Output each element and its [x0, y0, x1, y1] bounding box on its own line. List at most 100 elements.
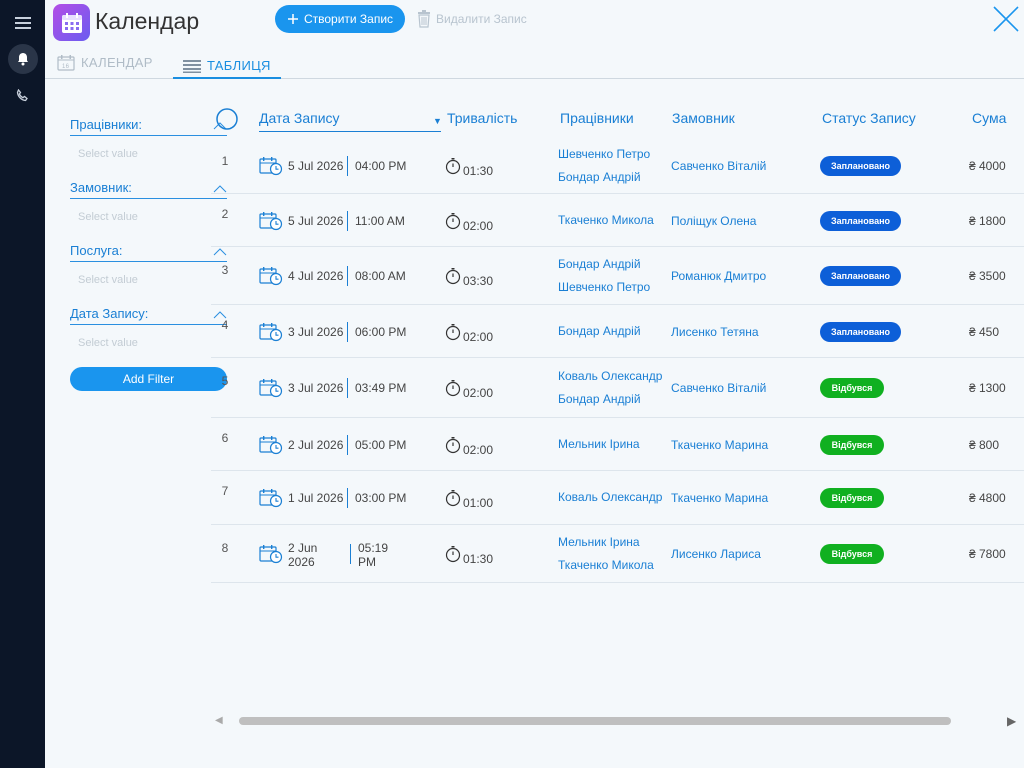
timer-icon [445, 212, 461, 235]
trash-icon [418, 10, 430, 28]
list-icon [183, 59, 201, 73]
worker-link[interactable]: Коваль Олександр [558, 486, 662, 509]
record-duration: 01:00 [463, 496, 494, 510]
filter-workers[interactable]: Працівники: Select value [70, 110, 227, 173]
create-record-button[interactable]: Створити Запис [275, 5, 405, 33]
timer-icon [445, 267, 461, 290]
table-row[interactable]: 5 3 Jul 2026 03:49 PM 02:00 Коваль Олександр… [211, 358, 1024, 418]
record-duration: 02:00 [463, 218, 494, 233]
record-duration: 01:30 [463, 164, 494, 178]
record-sum: ₴ 450 [969, 324, 1000, 339]
filter-placeholder[interactable]: Select value [78, 337, 138, 349]
delete-record-button[interactable]: Видалити Запис [417, 9, 527, 29]
add-filter-button[interactable]: Add Filter [70, 367, 227, 391]
record-duration: 03:30 [463, 274, 494, 288]
worker-link[interactable]: Мельник Ірина [558, 433, 640, 456]
column-header-client[interactable]: Замовник [672, 110, 735, 126]
notifications-button[interactable] [8, 44, 38, 74]
table-row[interactable]: 2 5 Jul 2026 11:00 AM 02:00 Ткаченко Микола П… [211, 194, 1024, 247]
timer-icon [445, 545, 461, 568]
filter-panel: Працівники: Select value Замовник: Selec… [70, 110, 227, 362]
filter-placeholder[interactable]: Select value [78, 274, 138, 286]
client-link[interactable]: Лисенко Лариса [671, 547, 761, 561]
worker-link[interactable]: Коваль Олександр [558, 365, 662, 388]
record-time: 06:00 PM [355, 324, 407, 339]
horizontal-scrollbar[interactable]: ◀ ▶ [215, 713, 1020, 729]
table-row[interactable]: 4 3 Jul 2026 06:00 PM 02:00 Бондар Андрій Лис… [211, 305, 1024, 358]
worker-link[interactable]: Ткаченко Микола [558, 554, 654, 577]
record-workers: Коваль Олександр [558, 486, 662, 509]
table-row[interactable]: 1 5 Jul 2026 04:00 PM 01:30 Шевченко Петро Бо… [211, 138, 1024, 194]
date-header-underline [259, 110, 441, 132]
column-header-status[interactable]: Статус Запису [822, 110, 916, 126]
date-time-separator [347, 321, 348, 342]
calendar-clock-icon [259, 156, 283, 181]
timer-icon [445, 323, 461, 346]
record-date: 2 Jun 2026 [288, 541, 318, 569]
worker-link[interactable]: Мельник Ірина [558, 531, 654, 554]
client-link[interactable]: Романюк Дмитро [671, 269, 766, 283]
close-icon[interactable] [991, 4, 1021, 34]
timer-icon [445, 379, 461, 402]
scroll-right-icon[interactable]: ▶ [1007, 714, 1016, 728]
row-number: 7 [221, 484, 229, 498]
scrollbar-thumb[interactable] [239, 717, 951, 725]
table-row[interactable]: 3 4 Jul 2026 08:00 AM 03:30 Бондар Андрій Шев… [211, 247, 1024, 305]
filter-placeholder[interactable]: Select value [78, 148, 138, 160]
search-icon[interactable] [215, 108, 239, 139]
tab-calendar[interactable]: 16 КАЛЕНДАР [57, 54, 153, 71]
record-date: 3 Jul 2026 [288, 381, 344, 395]
filter-label: Послуга: [70, 243, 123, 258]
phone-icon[interactable] [0, 86, 45, 104]
worker-link[interactable]: Шевченко Петро [558, 276, 650, 299]
date-time-separator [347, 156, 348, 176]
scroll-left-icon[interactable]: ◀ [215, 715, 223, 726]
row-number: 1 [221, 154, 229, 168]
client-link[interactable]: Ткаченко Марина [671, 491, 768, 505]
menu-icon[interactable] [0, 12, 45, 34]
table-row[interactable]: 8 2 Jun 2026 05:19 PM 01:30 Мельник Ірина Тка… [211, 525, 1024, 583]
filter-placeholder[interactable]: Select value [78, 211, 138, 223]
column-header-workers[interactable]: Працівники [560, 110, 634, 126]
table-row[interactable]: 7 1 Jul 2026 03:00 PM 01:00 Коваль Олександр… [211, 471, 1024, 525]
worker-link[interactable]: Бондар Андрій [558, 253, 650, 276]
record-time: 08:00 AM [355, 269, 406, 283]
worker-link[interactable]: Бондар Андрій [558, 320, 641, 343]
status-badge: Заплановано [820, 156, 901, 176]
column-header-duration[interactable]: Тривалість [447, 110, 517, 126]
client-link[interactable]: Поліщук Олена [671, 214, 756, 228]
record-sum: ₴ 800 [969, 437, 1000, 452]
sort-desc-icon[interactable]: ▼ [433, 116, 442, 126]
table-row[interactable]: 6 2 Jul 2026 05:00 PM 02:00 Мельник Ірина Тка… [211, 418, 1024, 471]
worker-link[interactable]: Шевченко Петро [558, 143, 650, 166]
record-duration: 02:00 [463, 442, 494, 457]
row-number: 8 [221, 541, 229, 555]
column-header-sum[interactable]: Сума [972, 110, 1006, 126]
record-workers: Мельник Ірина [558, 433, 640, 456]
record-duration: 01:30 [463, 552, 494, 566]
filter-client[interactable]: Замовник: Select value [70, 173, 227, 236]
bell-icon [18, 53, 28, 66]
tab-table[interactable]: ТАБЛИЦЯ [173, 54, 281, 79]
record-time: 05:00 PM [355, 437, 407, 452]
status-badge: Заплановано [820, 210, 901, 231]
record-sum: ₴ 4000 [969, 159, 1006, 173]
calendar-clock-icon [259, 435, 283, 460]
filter-date[interactable]: Дата Запису: Select value [70, 299, 227, 362]
calendar-clock-icon [259, 544, 283, 569]
filter-label: Працівники: [70, 117, 143, 132]
worker-link[interactable]: Ткаченко Микола [558, 209, 654, 232]
calendar-app-icon [53, 4, 90, 41]
record-workers: Бондар Андрій [558, 320, 641, 343]
filter-service[interactable]: Послуга: Select value [70, 236, 227, 299]
worker-link[interactable]: Бондар Андрій [558, 388, 662, 411]
divider [70, 135, 227, 136]
client-link[interactable]: Савченко Віталій [671, 159, 766, 173]
status-badge: Заплановано [820, 321, 901, 342]
calendar-clock-icon [259, 488, 283, 513]
client-link[interactable]: Лисенко Тетяна [671, 325, 759, 339]
date-time-separator [347, 488, 348, 508]
client-link[interactable]: Савченко Віталій [671, 381, 766, 395]
worker-link[interactable]: Бондар Андрій [558, 166, 650, 189]
client-link[interactable]: Ткаченко Марина [671, 438, 768, 452]
